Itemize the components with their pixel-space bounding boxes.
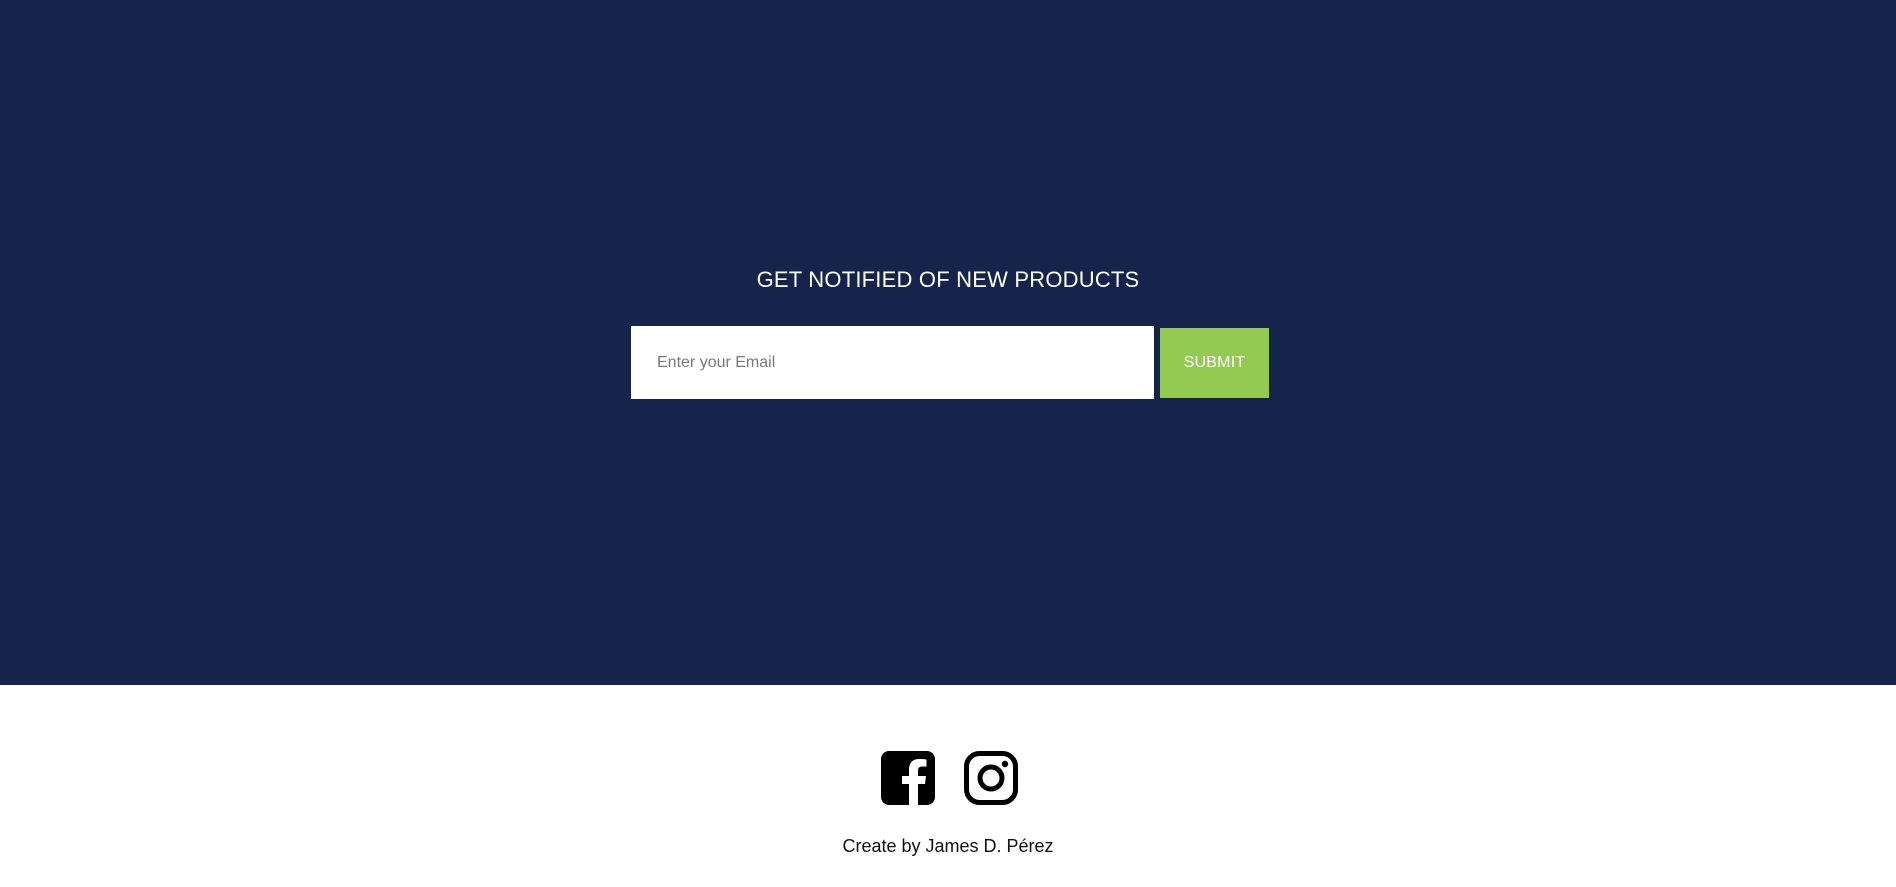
instagram-icon[interactable] [964,751,1018,805]
footer: Create by James D. Pérez [0,685,1896,887]
newsletter-section: GET NOTIFIED OF NEW PRODUCTS SUBMIT [0,0,1896,685]
email-input[interactable] [631,326,1154,399]
submit-button[interactable]: SUBMIT [1160,328,1269,398]
credit-text: Create by James D. Pérez [842,836,1054,856]
facebook-icon[interactable] [881,751,935,805]
newsletter-title: GET NOTIFIED OF NEW PRODUCTS [756,267,1140,292]
